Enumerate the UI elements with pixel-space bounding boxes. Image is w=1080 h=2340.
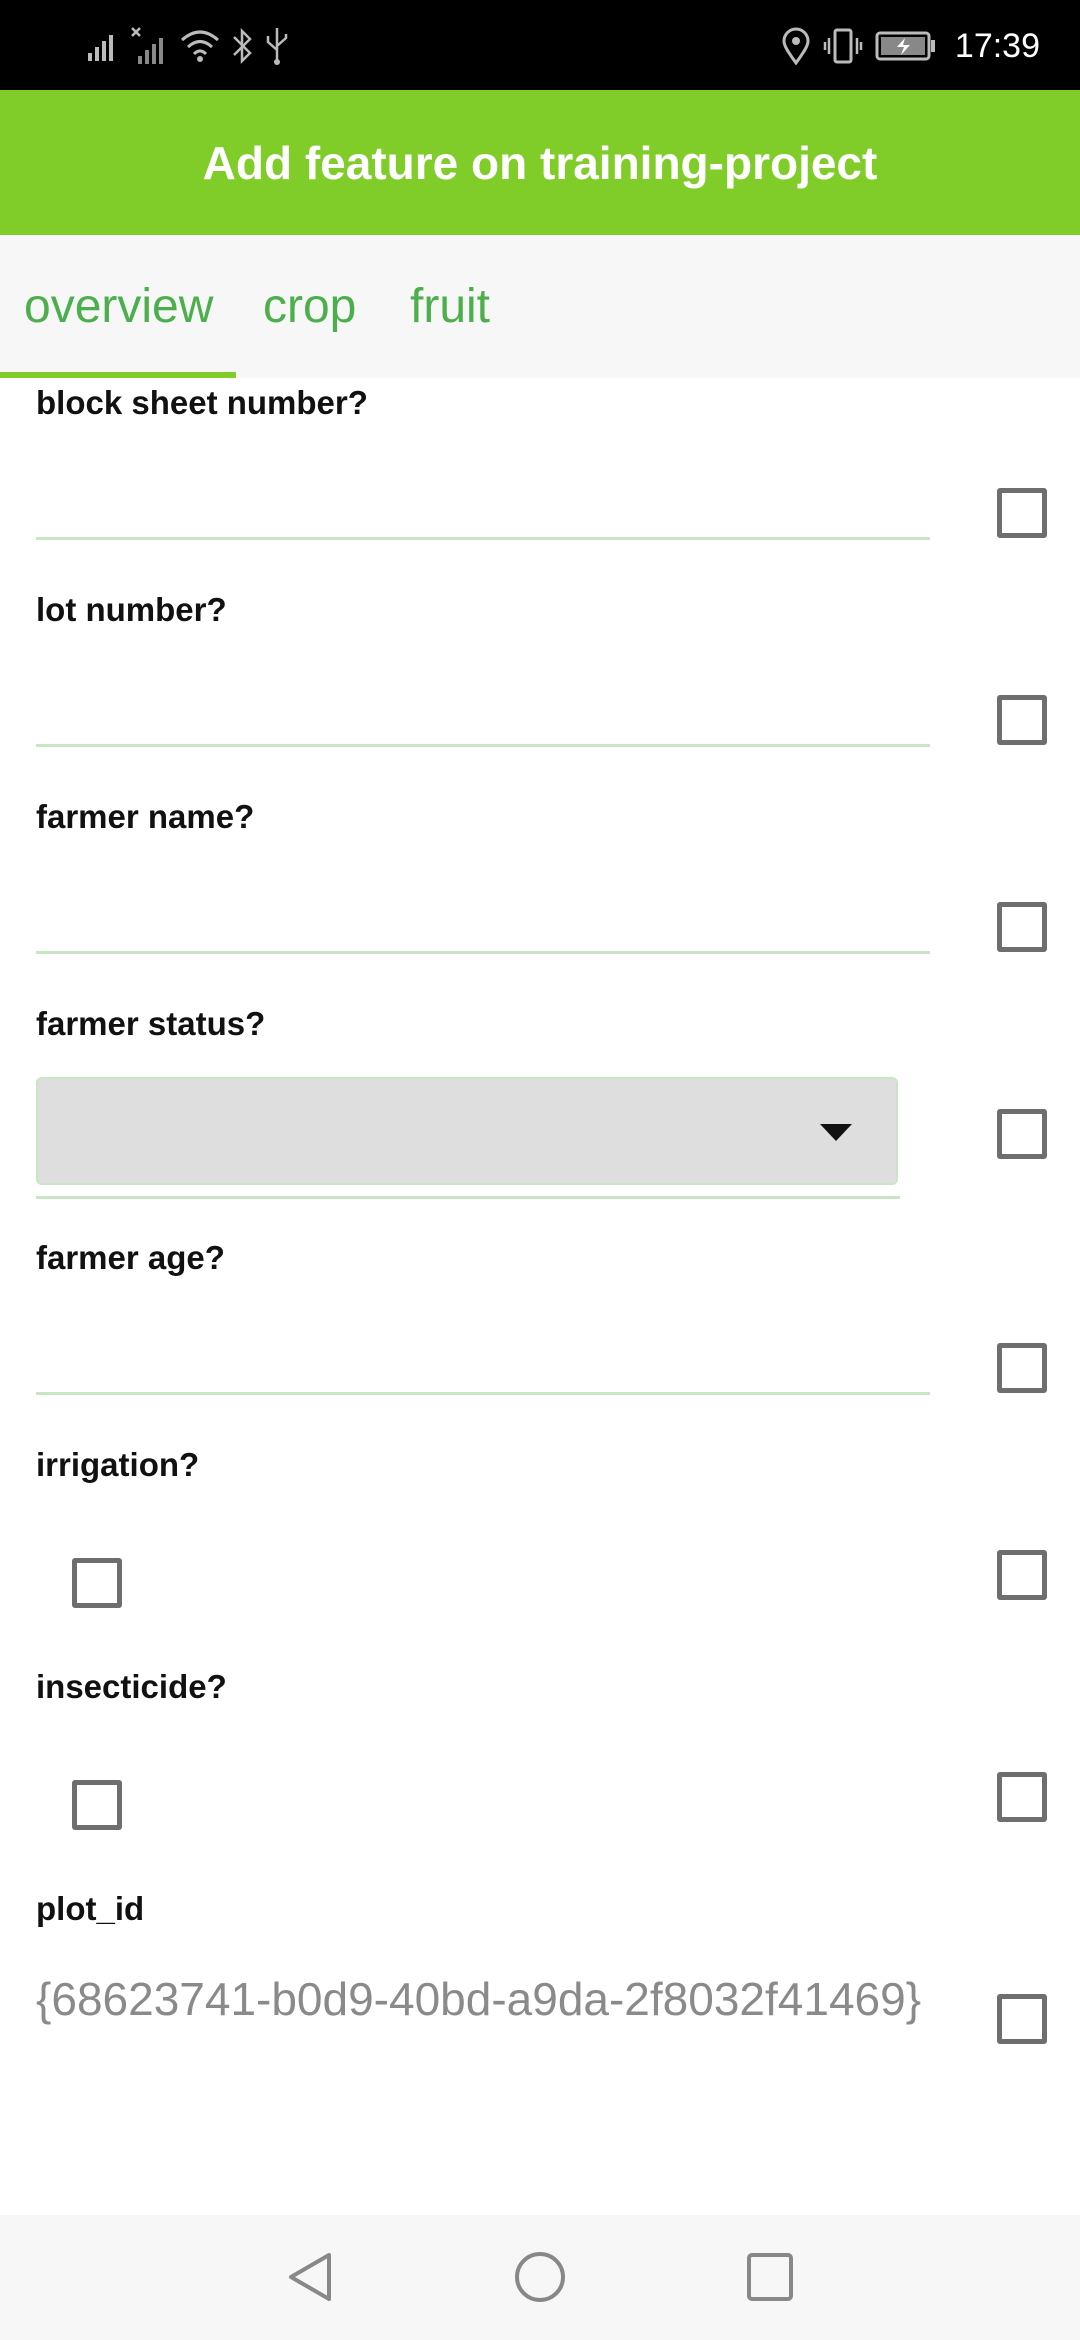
insecticide-label: insecticide? xyxy=(36,1668,227,1705)
block-sheet-number-label: block sheet number? xyxy=(36,384,368,421)
insecticide-checkbox[interactable] xyxy=(72,1780,122,1830)
farmer-name-input[interactable] xyxy=(36,891,930,954)
status-left-icons xyxy=(86,24,290,68)
home-icon[interactable] xyxy=(512,2249,568,2305)
lot-number-label: lot number? xyxy=(36,591,227,628)
lot-number-remember-checkbox[interactable] xyxy=(997,695,1047,745)
battery-charging-icon xyxy=(875,31,935,61)
farmer-status-dropdown[interactable] xyxy=(36,1077,898,1185)
lot-number-input[interactable] xyxy=(36,684,930,747)
plot-id-remember-checkbox[interactable] xyxy=(997,1994,1047,2044)
status-time: 17:39 xyxy=(954,26,1040,65)
vibrate-icon xyxy=(823,28,863,64)
back-icon[interactable] xyxy=(283,2249,335,2305)
farmer-name-label: farmer name? xyxy=(36,798,255,835)
chevron-down-icon xyxy=(820,1124,852,1141)
irrigation-label: irrigation? xyxy=(36,1446,200,1483)
tab-fruit[interactable]: fruit xyxy=(410,235,490,378)
plot-id-value: {68623741-b0d9-40bd-a9da-2f8032f41469} xyxy=(36,1973,922,2025)
status-right-icons: 17:39 xyxy=(781,20,1040,72)
irrigation-checkbox[interactable] xyxy=(72,1558,122,1608)
farmer-age-label: farmer age? xyxy=(36,1239,225,1276)
plot-id-label: plot_id xyxy=(36,1890,145,1927)
page-title: Add feature on training-project xyxy=(202,136,878,189)
farmer-age-input[interactable] xyxy=(36,1332,930,1395)
location-icon xyxy=(782,27,810,65)
signal-icon xyxy=(88,35,113,61)
tab-bar: overview crop fruit xyxy=(0,235,1080,378)
block-sheet-number-input[interactable] xyxy=(36,477,930,540)
usb-icon xyxy=(266,28,288,65)
farmer-status-remember-checkbox[interactable] xyxy=(997,1109,1047,1159)
tab-selected-indicator xyxy=(0,372,236,378)
system-nav-bar xyxy=(0,2215,1080,2340)
tab-overview[interactable]: overview xyxy=(24,235,213,378)
status-bar: 17:39 xyxy=(0,0,1080,90)
farmer-name-remember-checkbox[interactable] xyxy=(997,902,1047,952)
no-signal-icon xyxy=(131,27,163,64)
recents-icon[interactable] xyxy=(744,2249,796,2305)
farmer-status-underline xyxy=(36,1196,900,1199)
farmer-age-remember-checkbox[interactable] xyxy=(997,1343,1047,1393)
farmer-status-label: farmer status? xyxy=(36,1005,266,1042)
bluetooth-icon xyxy=(233,27,252,65)
block-sheet-number-remember-checkbox[interactable] xyxy=(997,488,1047,538)
tab-crop[interactable]: crop xyxy=(263,235,356,378)
insecticide-remember-checkbox[interactable] xyxy=(997,1772,1047,1822)
irrigation-remember-checkbox[interactable] xyxy=(997,1550,1047,1600)
app-bar: Add feature on training-project xyxy=(0,90,1080,235)
wifi-icon xyxy=(181,30,219,62)
